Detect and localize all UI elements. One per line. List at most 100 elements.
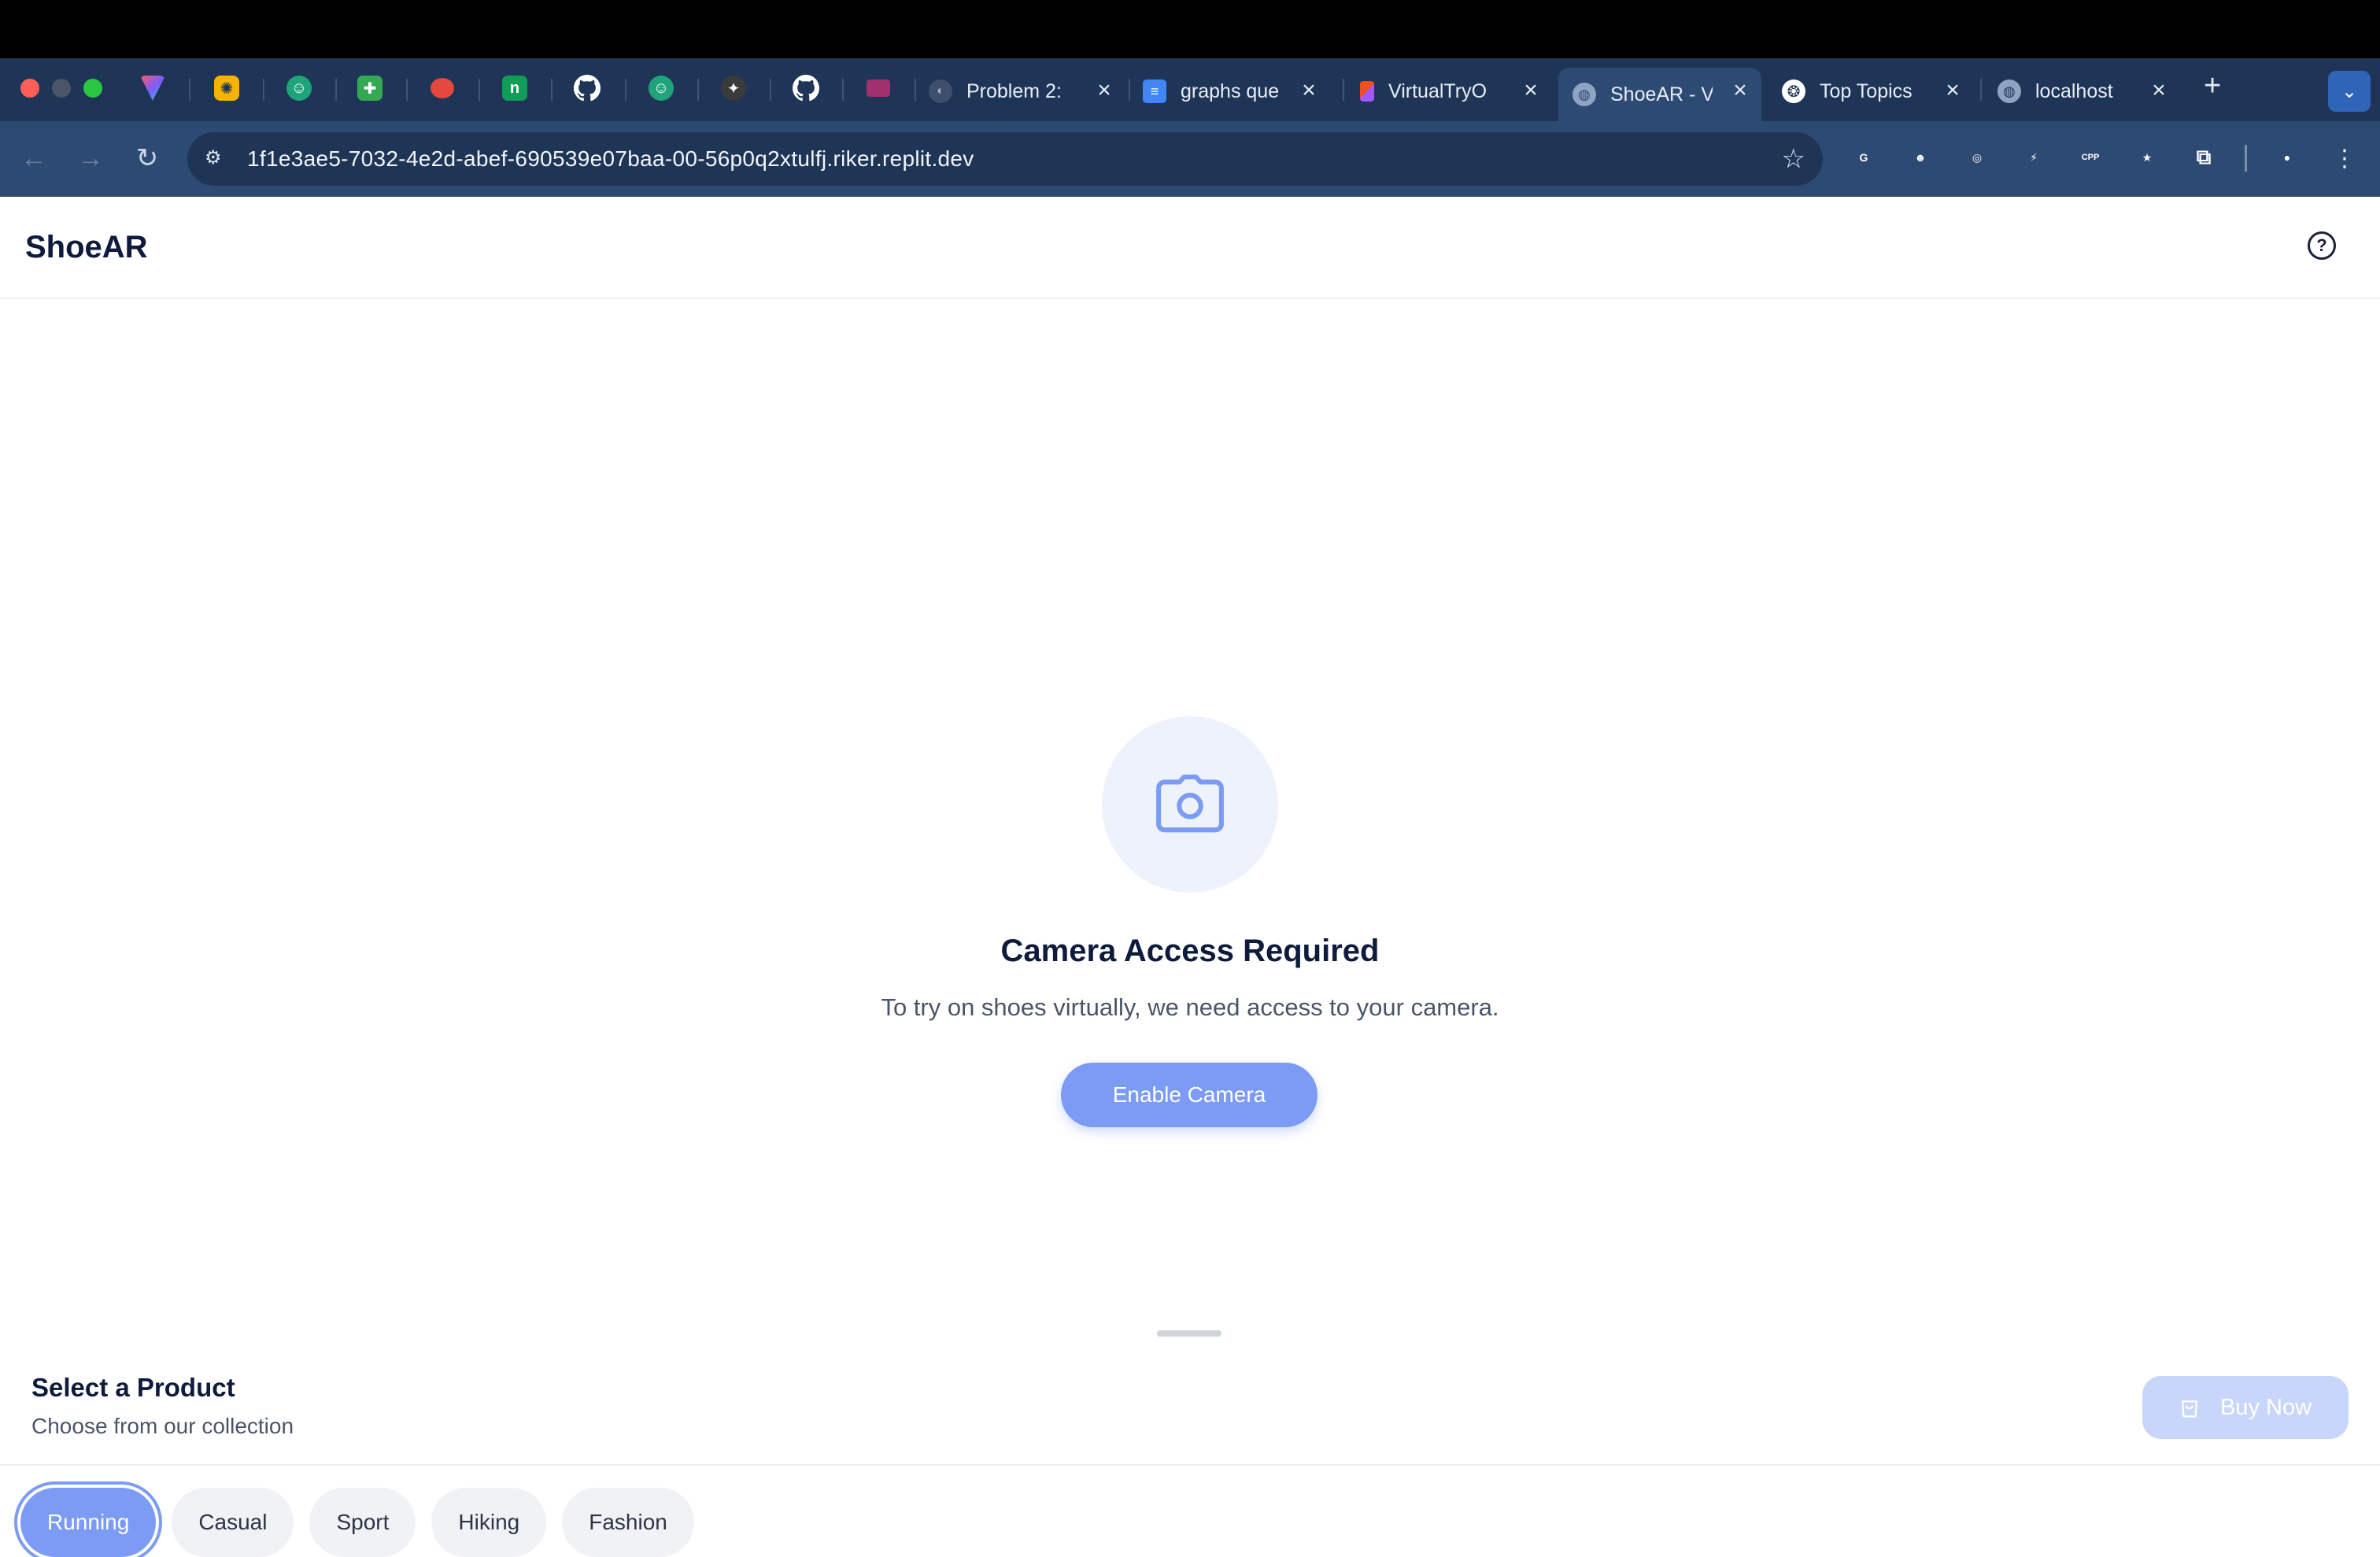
figma-icon <box>1360 81 1374 102</box>
pinned-tab-1[interactable] <box>135 71 170 105</box>
pinned-tab-10[interactable] <box>789 71 823 105</box>
openai-icon: ❂ <box>1782 80 1805 103</box>
category-chip-hiking[interactable]: Hiking <box>431 1488 547 1557</box>
doc-icon: ≡ <box>1143 80 1166 103</box>
tab-top-topics[interactable]: ❂ Top Topics × <box>1782 68 1974 115</box>
chevron-down-icon: ⌄ <box>2341 80 2358 102</box>
minimize-window-button[interactable] <box>52 79 71 98</box>
help-icon[interactable]: ? <box>2308 231 2336 260</box>
close-tab-icon[interactable]: × <box>1941 79 1964 102</box>
buy-now-button[interactable]: Buy Now <box>2142 1376 2349 1439</box>
tab-separator <box>770 79 771 101</box>
site-settings-icon[interactable]: ⚙ <box>205 146 230 172</box>
compass-icon: ✺ <box>214 76 239 101</box>
close-tab-icon[interactable]: × <box>1092 79 1116 102</box>
chat-icon: ☺ <box>649 76 674 101</box>
reload-icon: ↻ <box>135 143 159 173</box>
address-bar[interactable]: ⚙ 1f1e3ae5-7032-4e2d-abef-690539e07baa-0… <box>187 132 1823 186</box>
tab-search-button[interactable]: ⌄ <box>2328 71 2371 112</box>
extension-flag[interactable]: ★ <box>2133 143 2161 172</box>
github-icon <box>793 75 819 102</box>
back-button[interactable]: ← <box>13 137 55 179</box>
n-icon: n <box>502 76 527 101</box>
sheet-title: Select a Product <box>31 1373 235 1402</box>
pinned-tab-8[interactable]: ☺ <box>644 71 678 105</box>
category-chip-fashion[interactable]: Fashion <box>562 1488 694 1557</box>
tab-problem[interactable]: ◐ Problem 2: × <box>929 68 1125 115</box>
close-tab-icon[interactable]: × <box>1728 79 1752 102</box>
tab-separator <box>551 79 552 101</box>
tab-separator <box>189 79 190 101</box>
lens-icon: ◎ <box>1972 150 1983 164</box>
extension-lens[interactable]: ◎ <box>1963 143 1991 172</box>
pinned-tab-7[interactable] <box>570 71 604 105</box>
flag-icon: ★ <box>2142 150 2153 164</box>
app-header: ShoeAR ? <box>0 197 2380 299</box>
sheet-divider <box>0 1464 2380 1466</box>
profile-icon: ● <box>2283 151 2291 164</box>
tab-title: localhost <box>2035 80 2113 102</box>
tab-separator <box>915 79 916 101</box>
browser-toolbar: ← → ↻ ⚙ 1f1e3ae5-7032-4e2d-abef-690539e0… <box>0 121 2380 197</box>
reload-button[interactable]: ↻ <box>126 137 168 179</box>
pinned-tab-6[interactable]: n <box>497 71 532 105</box>
tab-title: Problem 2: <box>966 80 1062 102</box>
shopping-bag-icon <box>2181 1400 2198 1418</box>
camera-title: Camera Access Required <box>1000 934 1380 968</box>
pinned-tab-11[interactable] <box>861 71 896 105</box>
maximize-window-button[interactable] <box>83 79 102 98</box>
category-chips: Running Casual Sport Hiking Fashion <box>20 1488 694 1557</box>
close-tab-icon[interactable]: × <box>1519 79 1543 102</box>
spark-icon: ✦ <box>721 76 746 101</box>
tab-virtualtryon[interactable]: VirtualTryO × <box>1360 68 1552 115</box>
extension-bolt[interactable]: ⚡ <box>2020 143 2048 172</box>
cpp-icon: CPP <box>2081 153 2100 162</box>
pinned-tab-4[interactable]: ✚ <box>353 71 387 105</box>
tab-title: graphs que <box>1181 80 1280 102</box>
pinned-tab-5[interactable] <box>425 71 460 105</box>
pinned-tab-2[interactable]: ✺ <box>209 71 244 105</box>
enable-camera-button[interactable]: Enable Camera <box>1061 1063 1318 1127</box>
category-chip-sport[interactable]: Sport <box>309 1488 416 1557</box>
close-tab-icon[interactable]: × <box>1297 79 1321 102</box>
category-chip-running[interactable]: Running <box>20 1488 157 1557</box>
tab-title: ShoeAR - V <box>1610 83 1713 105</box>
tab-separator <box>625 79 626 101</box>
mask-icon: ◐ <box>929 80 952 103</box>
slack-icon <box>867 80 890 97</box>
globe-icon: ◍ <box>1998 80 2021 103</box>
robot-icon: ☻ <box>1914 151 1927 164</box>
tab-graphs[interactable]: ≡ graphs que × <box>1143 68 1330 115</box>
extension-cpp[interactable]: CPP <box>2076 143 2105 172</box>
puzzle-icon: ⧉ <box>2196 145 2212 168</box>
tab-title: Top Topics <box>1820 80 1913 102</box>
buy-now-label: Buy Now <box>2219 1394 2312 1420</box>
pinned-tab-9[interactable]: ✦ <box>716 71 751 105</box>
more-vertical-icon: ⋮ <box>2333 145 2356 172</box>
close-window-button[interactable] <box>20 79 39 98</box>
category-chip-casual[interactable]: Casual <box>172 1488 294 1557</box>
extension-grammarly[interactable]: G <box>1850 143 1878 172</box>
browser-tab-strip: ✺ ☺ ✚ n ☺ ✦ ◐ Problem 2: × ≡ graphs que … <box>0 58 2380 121</box>
profile-button[interactable]: ● <box>2273 143 2301 172</box>
tab-localhost[interactable]: ◍ localhost × <box>1998 68 2180 115</box>
extension-robot[interactable]: ☻ <box>1906 143 1935 172</box>
sheet-drag-handle[interactable] <box>1157 1330 1221 1337</box>
bolt-icon: ⚡ <box>2030 150 2038 164</box>
forward-button[interactable]: → <box>69 137 112 179</box>
tab-shoear[interactable]: ◍ ShoeAR - V × <box>1558 68 1761 121</box>
close-tab-icon[interactable]: × <box>2147 79 2171 102</box>
plus-sheet-icon: ✚ <box>357 76 382 101</box>
tab-separator <box>697 79 699 101</box>
url-text[interactable]: 1f1e3ae5-7032-4e2d-abef-690539e07baa-00-… <box>247 146 974 172</box>
new-tab-button[interactable]: + <box>2204 69 2221 103</box>
arrow-right-icon: → <box>77 142 104 173</box>
pinned-tab-3[interactable]: ☺ <box>282 71 316 105</box>
github-icon <box>574 75 601 102</box>
browser-menu-button[interactable]: ⋮ <box>2323 137 2366 179</box>
bookmark-star-icon[interactable]: ☆ <box>1782 143 1805 175</box>
tomato-icon <box>431 78 454 98</box>
app-brand[interactable]: ShoeAR <box>25 230 148 265</box>
arrow-left-icon: ← <box>20 142 47 173</box>
extensions-menu-button[interactable]: ⧉ <box>2190 143 2218 172</box>
